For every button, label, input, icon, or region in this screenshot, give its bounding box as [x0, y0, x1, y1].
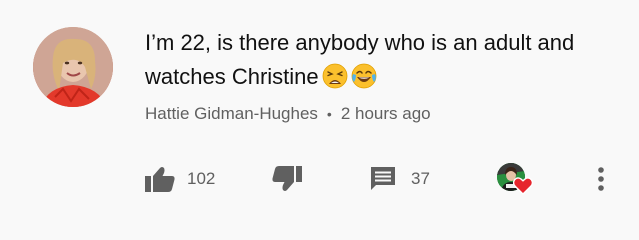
comment-thread: I’m 22, is there anybody who is an adult… — [0, 0, 639, 240]
heart-icon — [513, 177, 533, 195]
comment-text-container: I’m 22, is there anybody who is an adult… — [145, 26, 615, 94]
face-with-tears-of-joy-icon — [351, 63, 377, 89]
weary-face-icon — [322, 63, 348, 89]
author-avatar[interactable] — [33, 27, 113, 107]
thumbs-down-icon — [272, 166, 302, 191]
comment-meta: Hattie Gidman-Hughes • 2 hours ago — [145, 104, 615, 124]
comment-time[interactable]: 2 hours ago — [341, 104, 431, 124]
thumbs-up-icon — [145, 167, 175, 192]
comment-bubble-icon — [371, 167, 395, 190]
avatar-photo — [33, 27, 113, 107]
like-count: 102 — [187, 169, 216, 188]
like-button[interactable]: 102 — [145, 163, 215, 195]
more-options-button[interactable] — [597, 163, 605, 195]
comment-actions: 102 37 — [145, 163, 615, 195]
dislike-button[interactable] — [272, 163, 302, 195]
creator-avatar — [497, 163, 533, 195]
reply-count: 37 — [411, 169, 430, 188]
author-name[interactable]: Hattie Gidman-Hughes — [145, 104, 318, 124]
comment-body: I’m 22, is there anybody who is an adult… — [145, 26, 615, 124]
more-vert-icon — [598, 167, 604, 191]
creator-heart — [497, 163, 533, 195]
meta-separator: • — [326, 106, 332, 122]
reply-button[interactable]: 37 — [369, 163, 430, 195]
